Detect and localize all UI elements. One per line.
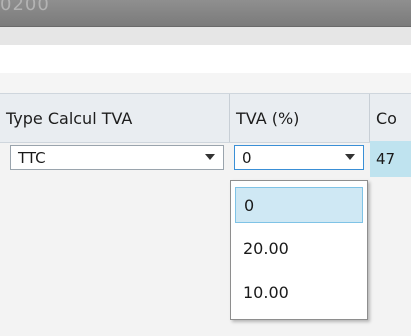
grid-header: Type Calcul TVA TVA (%) Co [0,93,411,143]
grid-cell-third[interactable]: 47 [370,141,411,177]
column-header-label: Co [376,109,397,128]
column-header-label: Type Calcul TVA [6,109,133,128]
dropdown-option-20[interactable]: 20.00 [235,231,363,267]
dropdown-option-label: 20.00 [243,239,289,258]
dropdown-option-10[interactable]: 10.00 [235,275,363,311]
column-header-type-calcul-tva[interactable]: Type Calcul TVA [0,94,230,142]
white-strip [0,45,411,73]
tva-combo[interactable]: 0 [234,145,364,170]
type-calcul-value: TTC [18,149,46,167]
spacer [0,73,411,93]
column-header-third[interactable]: Co [370,94,411,142]
tva-value: 0 [242,149,252,167]
dropdown-option-label: 0 [244,196,255,215]
tva-dropdown-list: 0 20.00 10.00 [230,180,368,320]
grid-cell-type-calcul: TTC [0,141,230,175]
column-header-label: TVA (%) [236,109,300,128]
chevron-down-icon[interactable] [205,154,215,160]
top-bar-text: 0200 [0,0,50,15]
toolbar-band [0,27,411,45]
type-calcul-combo[interactable]: TTC [10,145,224,170]
grid-cell-text: 47 [376,150,396,168]
column-header-tva[interactable]: TVA (%) [230,94,370,142]
top-bar: 0200 [0,0,411,27]
dropdown-option-0[interactable]: 0 [235,187,363,223]
dropdown-option-label: 10.00 [243,283,289,302]
grid-cell-tva: 0 [230,141,370,175]
chevron-down-icon[interactable] [345,154,355,160]
